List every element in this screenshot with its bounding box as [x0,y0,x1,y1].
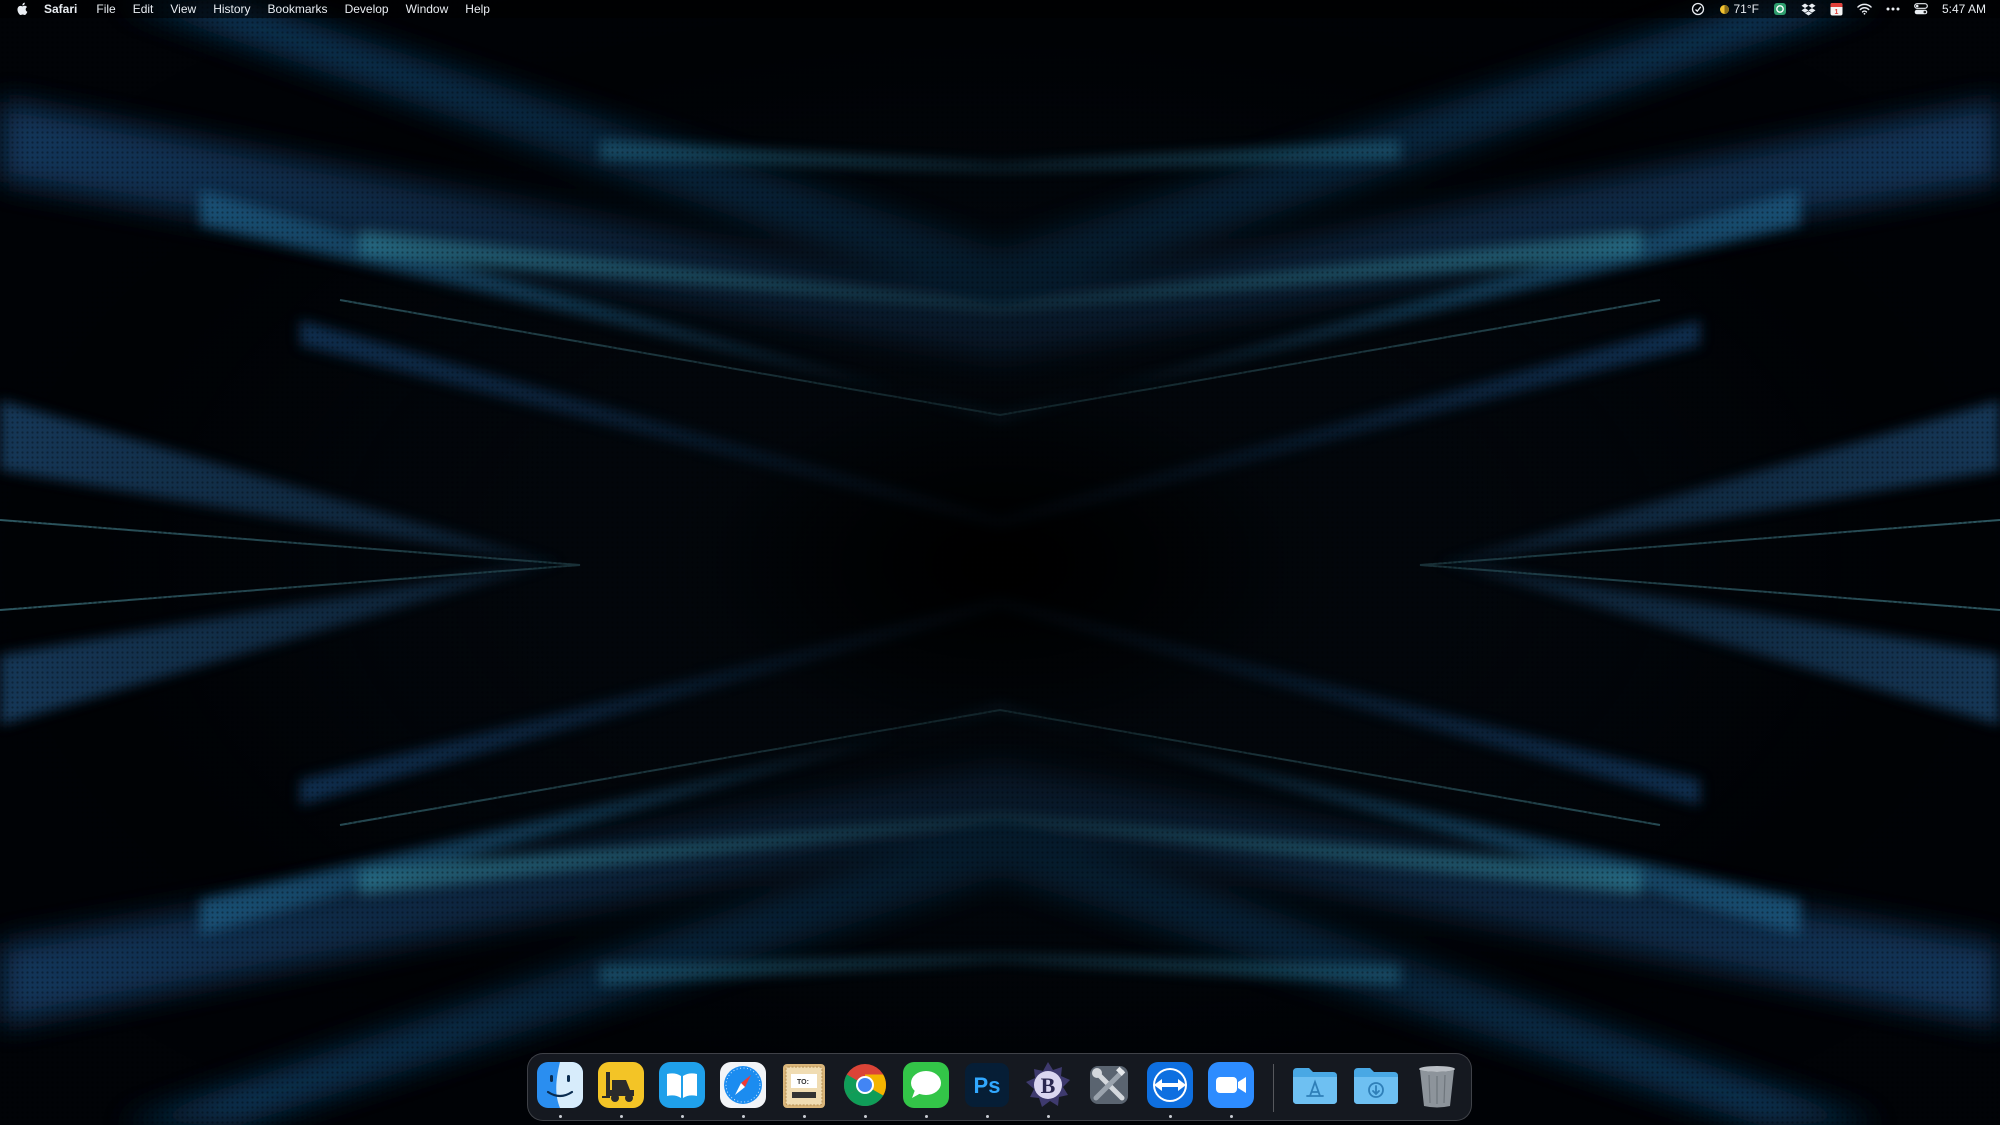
running-indicator [1230,1115,1233,1118]
weather-temperature: 71°F [1733,2,1759,16]
books-icon [659,1062,705,1108]
bbedit-label: B [1041,1073,1056,1098]
applications-folder-icon [1293,1068,1337,1104]
postage-icon: TO: [783,1064,825,1108]
downloads-folder-icon [1354,1068,1398,1104]
bbedit-icon: B [1026,1062,1070,1107]
trash-icon [1419,1066,1455,1108]
dropbox-icon[interactable] [1801,0,1816,18]
dock-item-postage[interactable]: TO: [779,1060,829,1110]
dock-item-finder[interactable] [535,1060,585,1110]
running-indicator [559,1115,562,1118]
running-indicator [742,1115,745,1118]
dock-item-photoshop[interactable]: Ps [962,1060,1012,1110]
running-indicator [864,1115,867,1118]
control-center-icon[interactable] [1914,0,1928,18]
menu-window[interactable]: Window [406,0,449,18]
dock-item-bbedit[interactable]: B [1023,1060,1073,1110]
dock-item-teamviewer[interactable] [1145,1060,1195,1110]
dock-item-forklift[interactable] [596,1060,646,1110]
clock[interactable]: 5:47 AM [1942,0,1986,18]
safari-icon [720,1062,766,1108]
dock-separator [1273,1064,1274,1112]
running-indicator [1047,1115,1050,1118]
running-indicator [1169,1115,1172,1118]
running-indicator [803,1115,806,1118]
menu-bookmarks[interactable]: Bookmarks [268,0,328,18]
menu-bar: Safari File Edit View History Bookmarks … [0,0,2000,18]
dock-item-chrome[interactable] [840,1060,890,1110]
dock: TO: Ps B [527,1053,1472,1121]
menu-history[interactable]: History [213,0,250,18]
photoshop-icon: Ps [965,1063,1009,1107]
dock-item-zoom[interactable] [1206,1060,1256,1110]
weather-status[interactable]: 71°F [1719,0,1759,18]
svg-text:1: 1 [1835,9,1839,16]
menu-app-name[interactable]: Safari [44,0,77,18]
dock-item-books[interactable] [657,1060,707,1110]
more-icon[interactable] [1886,0,1900,18]
weather-icon [1719,4,1730,15]
zoom-icon [1208,1062,1254,1108]
dock-stack-applications[interactable] [1290,1060,1340,1110]
tools-icon [1090,1066,1128,1104]
teamviewer-icon [1147,1062,1193,1108]
chrome-icon [843,1064,887,1107]
menu-develop[interactable]: Develop [345,0,389,18]
running-indicator [925,1115,928,1118]
wifi-icon[interactable] [1857,0,1872,18]
wallpaper [0,0,2000,1125]
finder-icon [537,1062,583,1108]
forklift-icon [598,1062,644,1108]
dock-trash[interactable] [1412,1060,1462,1110]
dock-item-safari[interactable] [718,1060,768,1110]
photoshop-label: Ps [974,1073,1001,1098]
postage-label: TO: [797,1079,809,1086]
calendar-icon[interactable]: 1 [1830,0,1843,18]
running-indicator [620,1115,623,1118]
dock-item-tools[interactable] [1084,1060,1134,1110]
vpn-icon[interactable] [1773,0,1787,18]
running-indicator [986,1115,989,1118]
menu-help[interactable]: Help [465,0,490,18]
messages-icon [903,1062,949,1108]
desktop: Safari File Edit View History Bookmarks … [0,0,2000,1125]
dock-item-messages[interactable] [901,1060,951,1110]
menu-file[interactable]: File [96,0,115,18]
focus-icon[interactable] [1691,0,1705,18]
dock-stack-downloads[interactable] [1351,1060,1401,1110]
running-indicator [681,1115,684,1118]
apple-logo-icon[interactable] [14,1,30,17]
menu-edit[interactable]: Edit [133,0,154,18]
menu-view[interactable]: View [170,0,196,18]
